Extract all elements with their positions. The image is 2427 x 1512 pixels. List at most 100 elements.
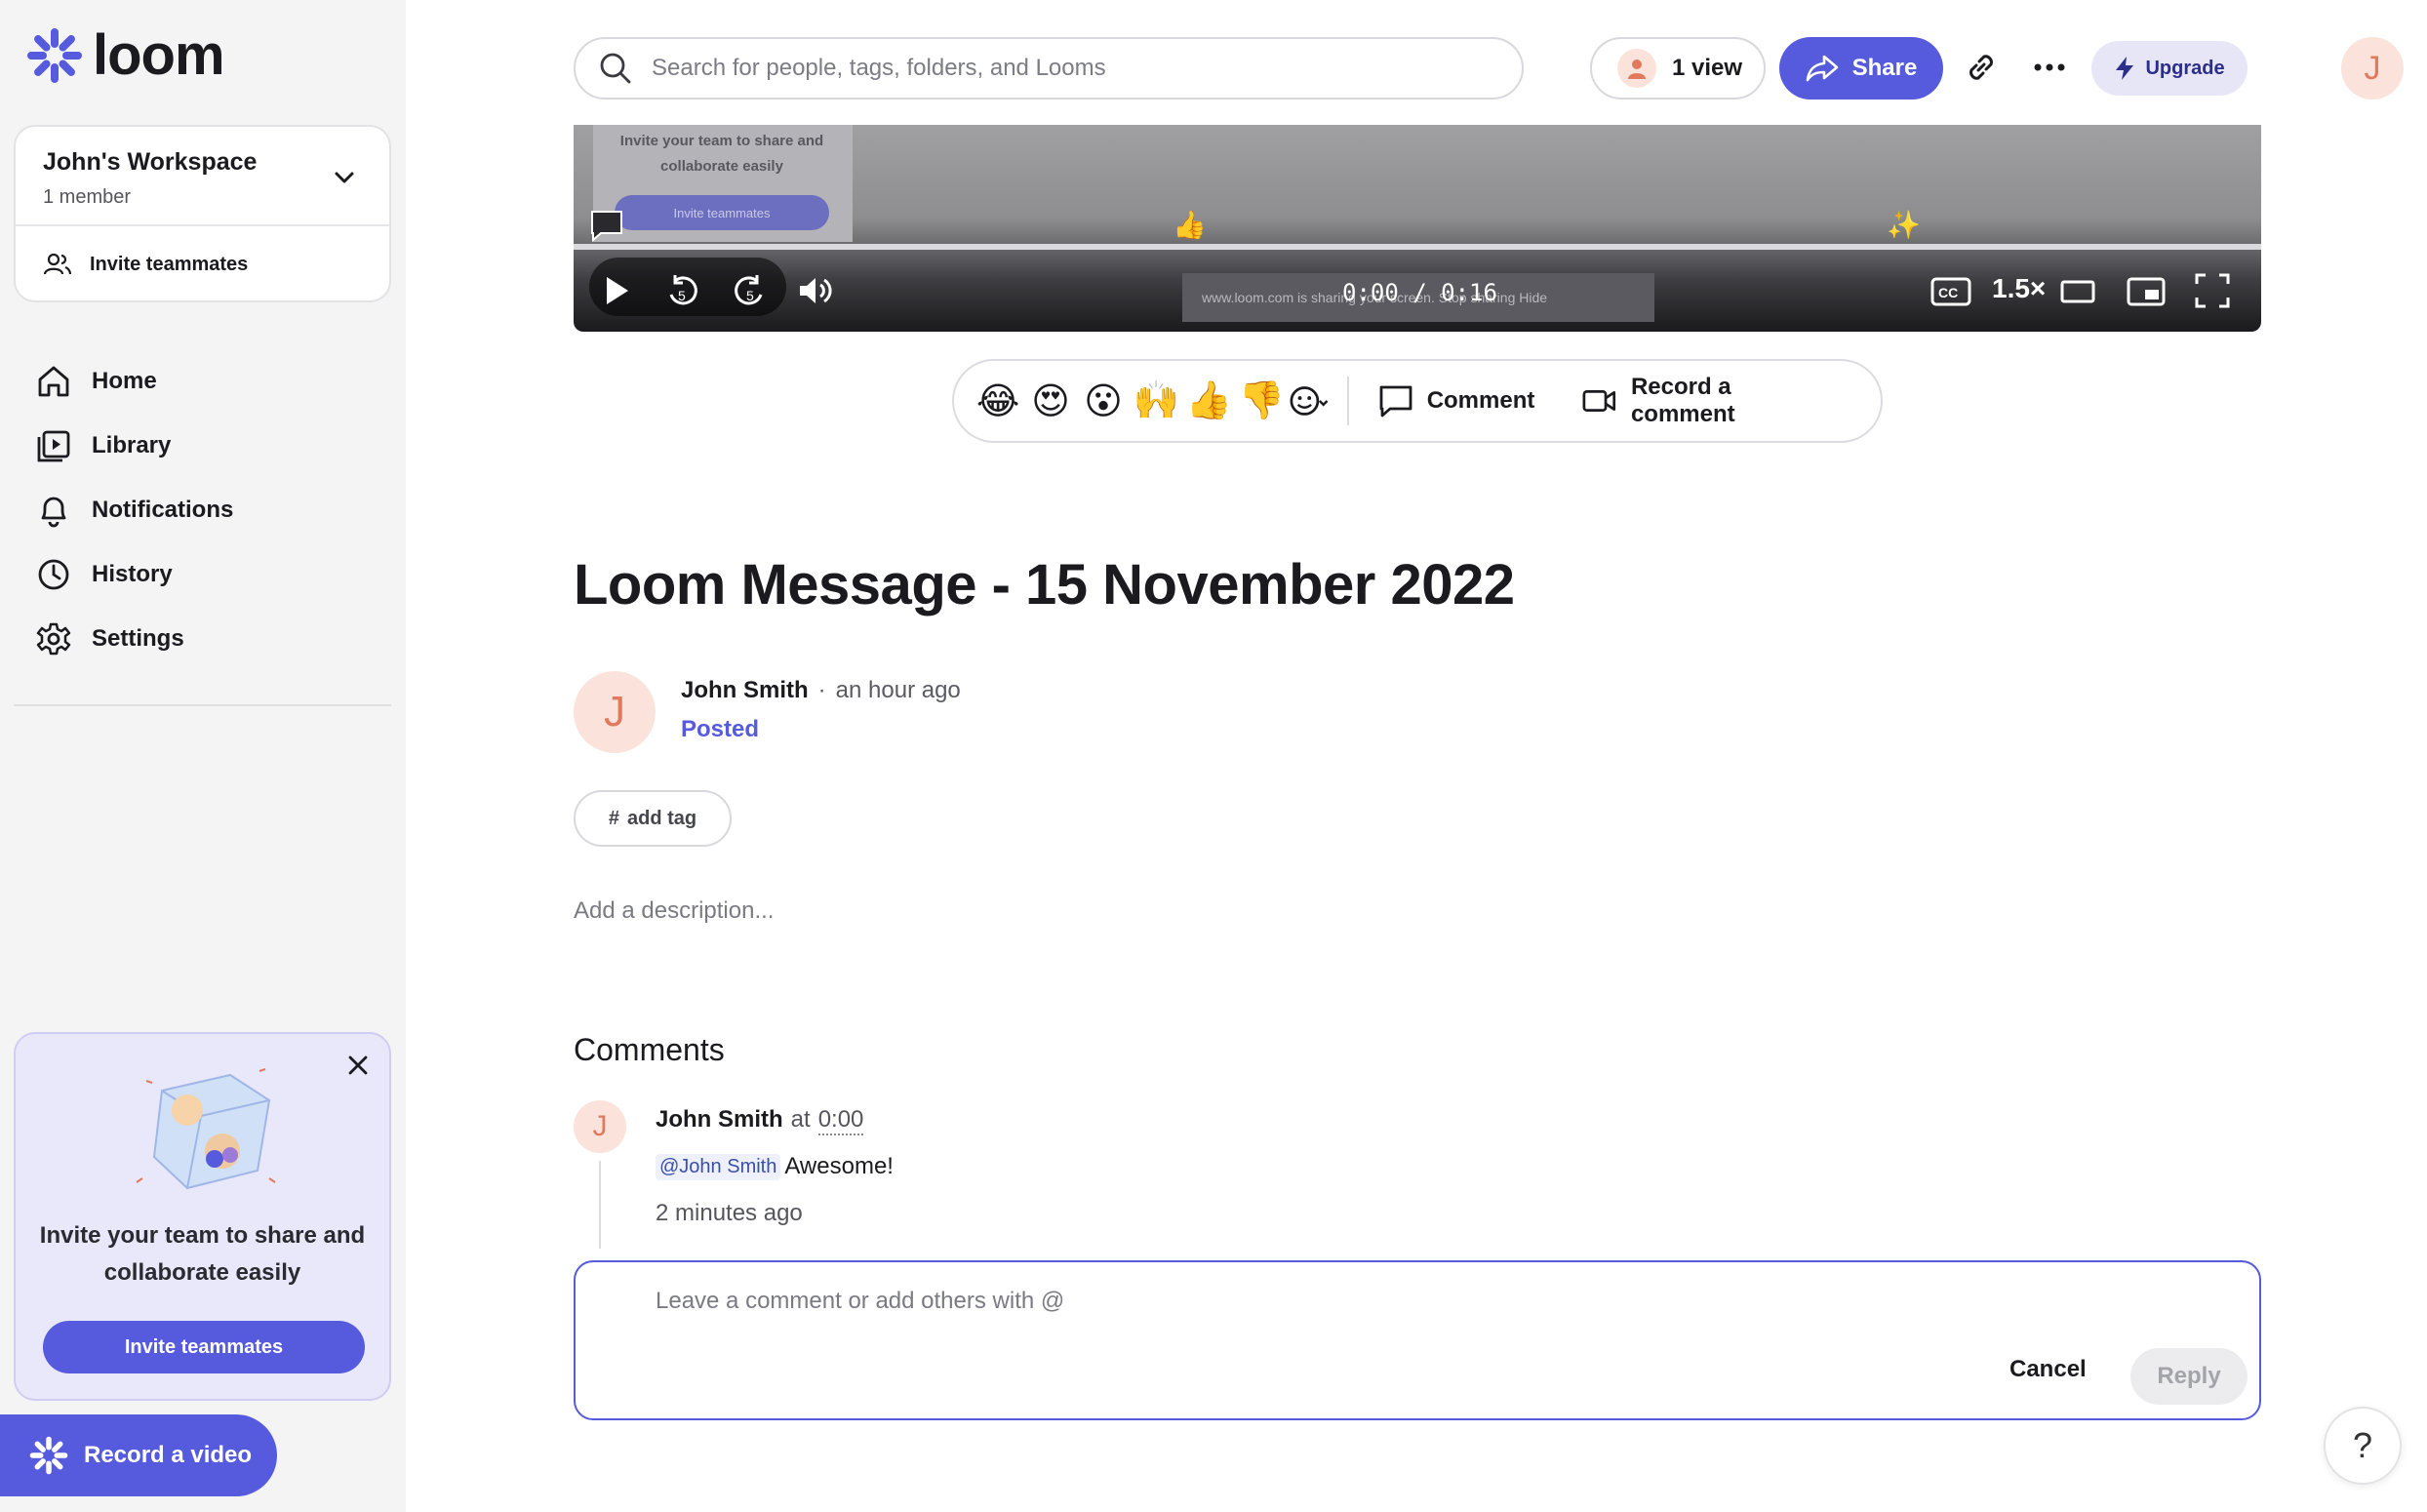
rewind-5-icon[interactable]: 5 [663, 271, 702, 310]
dot-separator: · [817, 677, 826, 703]
reaction-thumbs-up[interactable]: 👍 [1182, 379, 1235, 422]
gear-icon [36, 622, 71, 656]
sidebar-item-notifications[interactable]: Notifications [35, 478, 233, 542]
reaction-raised-hands[interactable]: 🙌 [1130, 379, 1182, 422]
sidebar-item-history[interactable]: History [35, 542, 233, 607]
reaction-heart-eyes[interactable]: 😍 [1024, 379, 1077, 423]
close-icon[interactable] [346, 1054, 370, 1077]
svg-text:CC: CC [1938, 285, 1958, 300]
sidebar-item-home[interactable]: Home [35, 349, 233, 414]
upgrade-button[interactable]: Upgrade [2091, 41, 2248, 96]
author-line: John Smith · an hour ago [681, 677, 961, 704]
reaction-surprised[interactable]: 😮 [1077, 379, 1130, 423]
captions-icon[interactable]: CC [1930, 271, 1972, 310]
fullscreen-icon[interactable] [2193, 271, 2232, 310]
share-label: Share [1851, 55, 1918, 81]
reaction-marker[interactable]: ✨ [1887, 209, 1921, 241]
bell-icon [41, 497, 66, 528]
clock-icon [38, 559, 69, 590]
reaction-thumbs-down[interactable]: 👎 [1235, 379, 1288, 422]
comment-timestamp-link[interactable]: 0:00 [817, 1106, 864, 1135]
loom-logo-icon [29, 1436, 68, 1475]
description-field[interactable]: Add a description... [574, 897, 774, 925]
search-input[interactable] [652, 55, 1432, 82]
mention-chip[interactable]: @John Smith [656, 1153, 781, 1180]
reaction-separator [1346, 377, 1349, 425]
comment-author: John Smith [656, 1106, 783, 1133]
share-button[interactable]: Share [1779, 37, 1943, 99]
play-icon[interactable] [601, 271, 634, 310]
loom-logo-icon [27, 28, 82, 83]
reaction-joy[interactable]: 😂 [972, 379, 1024, 423]
views-button[interactable]: 1 view [1590, 37, 1766, 99]
video-frame-button: Invite teammates [615, 195, 829, 230]
record-comment-button[interactable]: Record a comment [1581, 374, 1834, 428]
promo-text: Invite your team to share and collaborat… [39, 1222, 366, 1286]
promo-invite-button[interactable]: Invite teammates [43, 1321, 365, 1373]
share-icon [1806, 55, 1838, 82]
help-button[interactable]: ? [2324, 1407, 2402, 1485]
video-progress-bar[interactable] [574, 244, 2261, 250]
comment-input[interactable] [656, 1288, 1826, 1315]
volume-icon[interactable] [796, 271, 835, 310]
library-icon [37, 430, 70, 462]
comment-age: 2 minutes ago [656, 1200, 803, 1226]
sidebar-divider [14, 704, 391, 706]
video-frame-text: Invite your team to share and collaborat… [619, 133, 824, 175]
loom-logo[interactable]: loom [26, 23, 225, 87]
sidebar-item-label: Notifications [92, 497, 234, 523]
video-player[interactable]: Invite your team to share and collaborat… [574, 125, 2261, 332]
invite-promo-card: Invite your team to share and collaborat… [14, 1032, 391, 1401]
svg-text:5: 5 [678, 288, 686, 303]
reaction-bar: 😂 😍 😮 🙌 👍 👎 Comment Record a comment [952, 359, 1883, 443]
comment-avatar: J [574, 1100, 626, 1153]
sidebar-item-label: Library [92, 432, 172, 458]
record-comment-label: Record a comment [1630, 374, 1735, 427]
workspace-name: John's Workspace [43, 148, 258, 176]
reaction-marker[interactable]: 👍 [1173, 209, 1207, 241]
logo-wordmark: loom [93, 23, 225, 87]
sidebar-nav: Home Library Notifications History Setti… [35, 349, 233, 671]
add-tag-label: add tag [627, 807, 697, 829]
comments-heading: Comments [574, 1032, 725, 1067]
more-options-icon[interactable] [2033, 53, 2066, 82]
sidebar-item-label: Home [92, 368, 157, 394]
record-video-button[interactable]: Record a video [0, 1414, 277, 1496]
chevron-down-icon [335, 172, 354, 183]
search-bar[interactable] [574, 37, 1524, 99]
workspace-member-count: 1 member [43, 186, 132, 208]
home-icon [38, 366, 69, 397]
workspace-switcher[interactable]: John's Workspace 1 member [16, 127, 389, 226]
add-tag-button[interactable]: # add tag [574, 790, 732, 847]
cancel-button[interactable]: Cancel [2009, 1356, 2087, 1383]
search-icon [600, 53, 631, 84]
lightning-icon [2116, 57, 2134, 80]
video-time: 0:00 / 0:16 [1342, 279, 1497, 306]
picture-in-picture-icon[interactable] [2125, 271, 2168, 310]
page-title[interactable]: Loom Message - 15 November 2022 [574, 552, 1515, 617]
sidebar-item-library[interactable]: Library [35, 414, 233, 478]
comment-label: Comment [1426, 387, 1535, 414]
reply-button[interactable]: Reply [2130, 1348, 2248, 1405]
hash-icon: # [608, 807, 619, 829]
post-time: an hour ago [835, 677, 961, 703]
playback-speed[interactable]: 1.5× [1992, 273, 2046, 304]
reply-box: Cancel Reply [574, 1260, 2261, 1420]
viewer-avatar [1617, 49, 1656, 88]
sidebar-item-settings[interactable]: Settings [35, 607, 233, 671]
video-camera-icon [1582, 390, 1616, 412]
comment-marker-icon[interactable] [589, 209, 624, 242]
sidebar-item-label: History [92, 561, 173, 587]
sidebar: loom John's Workspace 1 member Invite te… [0, 0, 406, 1512]
views-count: 1 view [1672, 55, 1743, 81]
comment-button[interactable]: Comment [1378, 384, 1535, 418]
invite-teammates-link[interactable]: Invite teammates [16, 226, 389, 302]
forward-5-icon[interactable]: 5 [730, 271, 769, 310]
comment-text: Awesome! [784, 1153, 894, 1179]
theater-mode-icon[interactable] [2058, 271, 2097, 310]
upgrade-label: Upgrade [2145, 57, 2225, 79]
add-reaction-icon[interactable] [1288, 381, 1329, 420]
status-posted[interactable]: Posted [681, 716, 759, 743]
link-icon[interactable] [1963, 49, 2000, 86]
user-avatar[interactable]: J [2341, 37, 2404, 99]
